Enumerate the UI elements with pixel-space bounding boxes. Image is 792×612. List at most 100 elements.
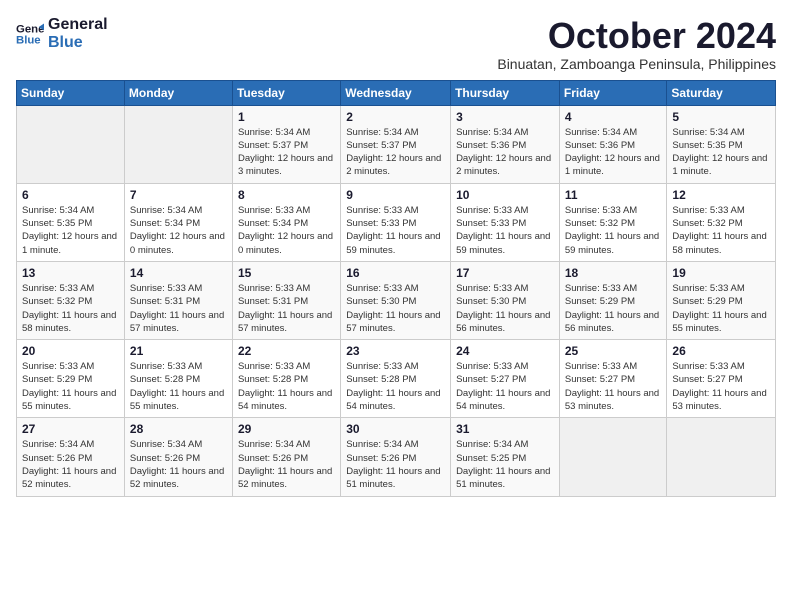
day-info: Sunrise: 5:33 AMSunset: 5:32 PMDaylight:… <box>672 204 770 257</box>
table-row: 18 Sunrise: 5:33 AMSunset: 5:29 PMDayligh… <box>559 261 667 339</box>
table-row: 6Sunrise: 5:34 AMSunset: 5:35 PMDaylight… <box>17 183 125 261</box>
day-number: 5 <box>672 110 770 124</box>
day-number: 17 <box>456 266 554 280</box>
day-number: 21 <box>130 344 227 358</box>
table-row: 30Sunrise: 5:34 AMSunset: 5:26 PMDayligh… <box>341 418 451 496</box>
logo: General Blue General Blue <box>16 16 108 51</box>
table-row <box>124 105 232 183</box>
day-number: 15 <box>238 266 335 280</box>
table-row: 27 Sunrise: 5:34 AMSunset: 5:26 PMDayligh… <box>17 418 125 496</box>
header-thursday: Thursday <box>451 80 560 105</box>
day-info: Sunrise: 5:34 AMSunset: 5:26 PMDaylight:… <box>238 438 335 491</box>
day-info: Sunrise: 5:34 AMSunset: 5:35 PMDaylight:… <box>672 126 770 179</box>
title-section: October 2024 Binuatan, Zamboanga Peninsu… <box>497 16 776 72</box>
table-row: 19Sunrise: 5:33 AMSunset: 5:29 PMDayligh… <box>667 261 776 339</box>
subtitle: Binuatan, Zamboanga Peninsula, Philippin… <box>497 56 776 72</box>
day-number: 29 <box>238 422 335 436</box>
day-number: 18 <box>565 266 662 280</box>
day-info: Sunrise: 5:34 AMSunset: 5:34 PMDaylight:… <box>130 204 227 257</box>
logo-icon: General Blue <box>16 20 44 48</box>
day-number: 26 <box>672 344 770 358</box>
svg-text:General: General <box>16 23 44 35</box>
day-number: 2 <box>346 110 445 124</box>
table-row: 25Sunrise: 5:33 AMSunset: 5:27 PMDayligh… <box>559 340 667 418</box>
day-number: 31 <box>456 422 554 436</box>
table-row: 9 Sunrise: 5:33 AMSunset: 5:33 PMDaylight… <box>341 183 451 261</box>
day-number: 9 <box>346 188 445 202</box>
table-row: 28 Sunrise: 5:34 AMSunset: 5:26 PMDayligh… <box>124 418 232 496</box>
table-row: 21 Sunrise: 5:33 AMSunset: 5:28 PMDayligh… <box>124 340 232 418</box>
table-row: 12 Sunrise: 5:33 AMSunset: 5:32 PMDayligh… <box>667 183 776 261</box>
table-row: 10Sunrise: 5:33 AMSunset: 5:33 PMDayligh… <box>451 183 560 261</box>
day-info: Sunrise: 5:34 AMSunset: 5:25 PMDaylight:… <box>456 438 554 491</box>
day-number: 22 <box>238 344 335 358</box>
header-sunday: Sunday <box>17 80 125 105</box>
table-row: 22 Sunrise: 5:33 AMSunset: 5:28 PMDayligh… <box>232 340 340 418</box>
table-row <box>667 418 776 496</box>
day-number: 27 <box>22 422 119 436</box>
calendar-table: Sunday Monday Tuesday Wednesday Thursday… <box>16 80 776 497</box>
header-friday: Friday <box>559 80 667 105</box>
day-number: 4 <box>565 110 662 124</box>
day-info: Sunrise: 5:33 AMSunset: 5:28 PMDaylight:… <box>346 360 445 413</box>
table-row: 20 Sunrise: 5:33 AMSunset: 5:29 PMDayligh… <box>17 340 125 418</box>
day-info: Sunrise: 5:33 AMSunset: 5:28 PMDaylight:… <box>130 360 227 413</box>
day-number: 16 <box>346 266 445 280</box>
table-row: 3Sunrise: 5:34 AMSunset: 5:36 PMDaylight… <box>451 105 560 183</box>
table-row: 15Sunrise: 5:33 AMSunset: 5:31 PMDayligh… <box>232 261 340 339</box>
table-row <box>559 418 667 496</box>
table-row: 1 Sunrise: 5:34 AMSunset: 5:37 PMDaylight… <box>232 105 340 183</box>
day-info: Sunrise: 5:33 AMSunset: 5:27 PMDaylight:… <box>672 360 770 413</box>
table-row: 7 Sunrise: 5:34 AMSunset: 5:34 PMDaylight… <box>124 183 232 261</box>
day-info: Sunrise: 5:34 AMSunset: 5:26 PMDaylight:… <box>22 438 119 491</box>
day-info: Sunrise: 5:34 AMSunset: 5:37 PMDaylight:… <box>346 126 445 179</box>
day-info: Sunrise: 5:34 AMSunset: 5:36 PMDaylight:… <box>565 126 662 179</box>
day-number: 10 <box>456 188 554 202</box>
svg-text:Blue: Blue <box>16 34 41 46</box>
day-info: Sunrise: 5:33 AMSunset: 5:30 PMDaylight:… <box>456 282 554 335</box>
day-info: Sunrise: 5:33 AMSunset: 5:34 PMDaylight:… <box>238 204 335 257</box>
day-number: 1 <box>238 110 335 124</box>
day-info: Sunrise: 5:34 AMSunset: 5:37 PMDaylight:… <box>238 126 335 179</box>
table-row: 26 Sunrise: 5:33 AMSunset: 5:27 PMDayligh… <box>667 340 776 418</box>
table-row: 17 Sunrise: 5:33 AMSunset: 5:30 PMDayligh… <box>451 261 560 339</box>
day-number: 20 <box>22 344 119 358</box>
table-row: 2 Sunrise: 5:34 AMSunset: 5:37 PMDaylight… <box>341 105 451 183</box>
day-number: 28 <box>130 422 227 436</box>
table-row: 4 Sunrise: 5:34 AMSunset: 5:36 PMDaylight… <box>559 105 667 183</box>
month-title: October 2024 <box>497 16 776 56</box>
header-saturday: Saturday <box>667 80 776 105</box>
table-row: 29 Sunrise: 5:34 AMSunset: 5:26 PMDayligh… <box>232 418 340 496</box>
day-number: 8 <box>238 188 335 202</box>
page-header: General Blue General Blue October 2024 B… <box>16 16 776 72</box>
table-row: 31 Sunrise: 5:34 AMSunset: 5:25 PMDayligh… <box>451 418 560 496</box>
day-info: Sunrise: 5:33 AMSunset: 5:29 PMDaylight:… <box>22 360 119 413</box>
day-number: 13 <box>22 266 119 280</box>
day-info: Sunrise: 5:33 AMSunset: 5:28 PMDaylight:… <box>238 360 335 413</box>
table-row: 23Sunrise: 5:33 AMSunset: 5:28 PMDayligh… <box>341 340 451 418</box>
table-row <box>17 105 125 183</box>
table-row: 5 Sunrise: 5:34 AMSunset: 5:35 PMDaylight… <box>667 105 776 183</box>
logo-line1: General <box>48 16 108 34</box>
day-number: 12 <box>672 188 770 202</box>
header-wednesday: Wednesday <box>341 80 451 105</box>
day-info: Sunrise: 5:34 AMSunset: 5:26 PMDaylight:… <box>130 438 227 491</box>
table-row: 16 Sunrise: 5:33 AMSunset: 5:30 PMDayligh… <box>341 261 451 339</box>
calendar-body: 1 Sunrise: 5:34 AMSunset: 5:37 PMDaylight… <box>17 105 776 496</box>
table-row: 11 Sunrise: 5:33 AMSunset: 5:32 PMDayligh… <box>559 183 667 261</box>
day-info: Sunrise: 5:33 AMSunset: 5:33 PMDaylight:… <box>346 204 445 257</box>
header-monday: Monday <box>124 80 232 105</box>
day-info: Sunrise: 5:33 AMSunset: 5:30 PMDaylight:… <box>346 282 445 335</box>
day-number: 7 <box>130 188 227 202</box>
day-number: 19 <box>672 266 770 280</box>
day-info: Sunrise: 5:34 AMSunset: 5:35 PMDaylight:… <box>22 204 119 257</box>
day-info: Sunrise: 5:33 AMSunset: 5:27 PMDaylight:… <box>456 360 554 413</box>
day-info: Sunrise: 5:34 AMSunset: 5:36 PMDaylight:… <box>456 126 554 179</box>
day-info: Sunrise: 5:33 AMSunset: 5:32 PMDaylight:… <box>22 282 119 335</box>
day-info: Sunrise: 5:33 AMSunset: 5:32 PMDaylight:… <box>565 204 662 257</box>
day-number: 11 <box>565 188 662 202</box>
day-info: Sunrise: 5:33 AMSunset: 5:27 PMDaylight:… <box>565 360 662 413</box>
table-row: 24Sunrise: 5:33 AMSunset: 5:27 PMDayligh… <box>451 340 560 418</box>
day-number: 30 <box>346 422 445 436</box>
day-info: Sunrise: 5:33 AMSunset: 5:29 PMDaylight:… <box>565 282 662 335</box>
